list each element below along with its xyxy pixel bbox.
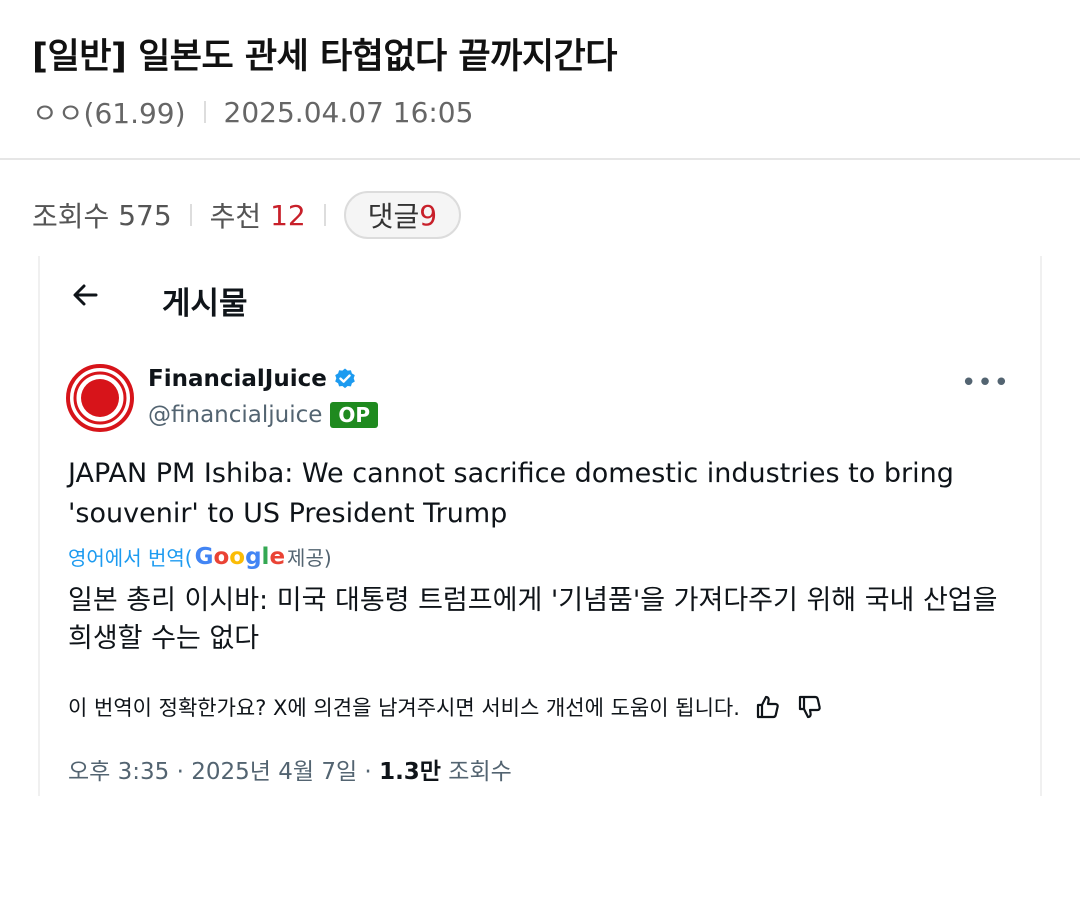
embedded-post-screenshot: 게시물 FinancialJuice @financialjuice OP ••…: [38, 256, 1042, 796]
display-name[interactable]: FinancialJuice: [148, 366, 327, 392]
views-count: 575: [118, 198, 172, 232]
thumbs-down-icon[interactable]: [796, 693, 824, 721]
author[interactable]: ㅇㅇ(61.99): [32, 92, 186, 132]
views-label: 조회수: [32, 200, 110, 233]
thumbs-up-icon[interactable]: [754, 693, 782, 721]
tweet-time[interactable]: 오후 3:35 · 2025년 4월 7일 ·: [68, 759, 379, 785]
verified-badge-icon: [335, 368, 355, 389]
comments-label: 댓글: [367, 200, 420, 233]
translated-text: 일본 총리 이시바: 미국 대통령 트럼프에게 '기념품'을 가져다주기 위해 …: [68, 585, 998, 654]
feedback-prompt: 이 번역이 정확한가요? X에 의견을 남겨주시면 서비스 개선에 도움이 됩니…: [68, 696, 740, 720]
translation-attribution[interactable]: 영어에서 번역( Google 제공): [68, 542, 332, 571]
stats-separator: [323, 204, 326, 226]
post-meta: ㅇㅇ(61.99) 2025.04.07 16:05: [32, 92, 473, 132]
post-stats: 조회수 575 추천 12 댓글 9: [32, 191, 462, 239]
tweet-views-label: 조회수: [440, 759, 512, 785]
tweet-timestamp: 오후 3:35 · 2025년 4월 7일 · 1.3만 조회수: [68, 752, 512, 786]
stats-separator: [189, 204, 192, 226]
tweet-text: JAPAN PM Ishiba: We cannot sacrifice dom…: [68, 458, 954, 529]
post-datetime: 2025.04.07 16:05: [223, 95, 474, 129]
embed-header-title: 게시물: [162, 286, 248, 322]
post-title: [일반] 일본도 관세 타협없다 끝까지간다: [32, 37, 617, 77]
translation-feedback: 이 번역이 정확한가요? X에 의견을 남겨주시면 서비스 개선에 도움이 됩니…: [68, 692, 824, 722]
header-divider: [0, 158, 1080, 160]
comments-button[interactable]: 댓글 9: [343, 191, 462, 239]
display-name-row: FinancialJuice: [148, 366, 357, 392]
op-badge: OP: [330, 402, 379, 428]
translated-from-label: 영어에서 번역(: [68, 546, 193, 570]
recommend-label: 추천: [209, 200, 262, 233]
more-options-icon[interactable]: •••: [961, 368, 1010, 398]
back-arrow-icon[interactable]: [70, 280, 100, 310]
recommend-count: 12: [270, 198, 306, 232]
google-logo: Google: [194, 543, 286, 570]
comments-count: 9: [419, 198, 438, 232]
provided-by-label: 제공): [287, 546, 332, 570]
meta-separator: [203, 101, 206, 123]
tweet-views-count: 1.3만: [379, 759, 441, 785]
handle[interactable]: @financialjuice: [148, 402, 322, 428]
handle-row: @financialjuice OP: [148, 402, 379, 428]
avatar[interactable]: [66, 364, 134, 432]
